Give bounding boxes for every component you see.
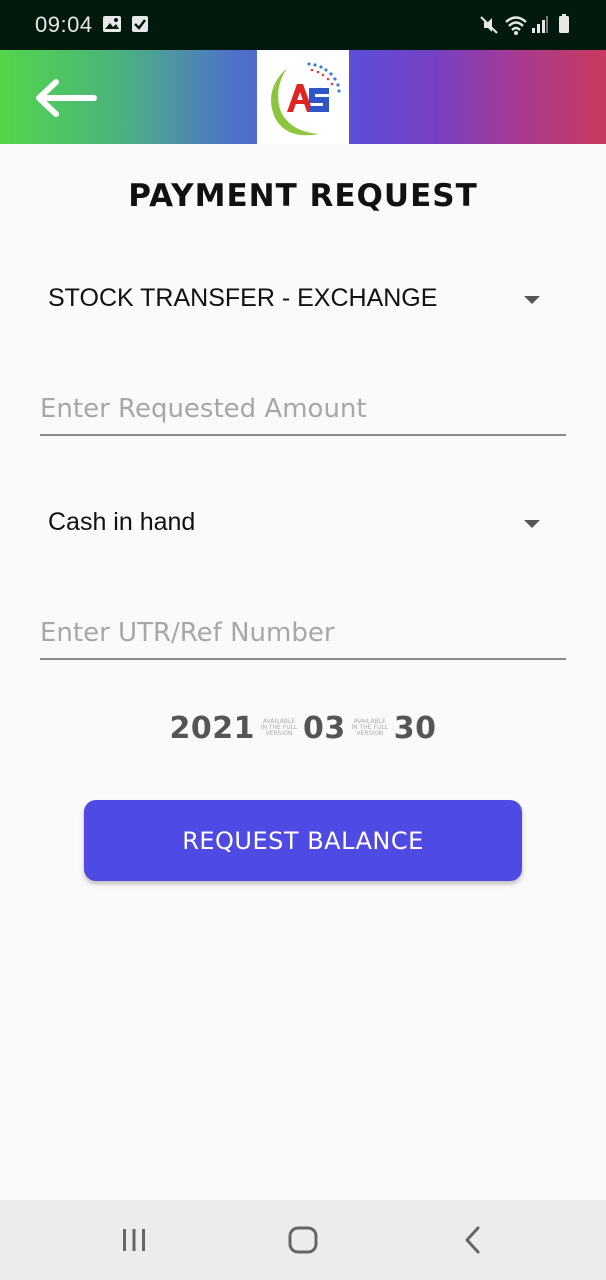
utr-input[interactable]: [40, 608, 566, 660]
payment-mode-value: Cash in hand: [48, 508, 196, 536]
caret-down-icon: [524, 296, 540, 304]
check-square-icon: [132, 16, 148, 32]
app-bar: [0, 50, 606, 144]
aes-logo: [271, 62, 341, 136]
mute-icon: [480, 16, 498, 34]
transfer-type-value: STOCK TRANSFER - EXCHANGE: [48, 284, 438, 312]
home-icon: [288, 1226, 318, 1254]
date-month: 03: [303, 710, 346, 746]
request-balance-button[interactable]: REQUEST BALANCE: [84, 800, 522, 881]
home-button[interactable]: [286, 1224, 320, 1261]
payment-mode-dropdown[interactable]: Cash in hand: [40, 494, 566, 554]
nav-back-button[interactable]: [460, 1224, 488, 1261]
back-icon: [465, 1226, 480, 1254]
battery-icon: [559, 14, 569, 33]
date-year: 2021: [169, 710, 255, 746]
app-logo: [257, 50, 349, 144]
recents-button[interactable]: [118, 1224, 150, 1261]
date-day: 30: [393, 710, 437, 746]
back-button[interactable]: [30, 76, 102, 120]
wifi-icon: [505, 16, 527, 35]
recents-icon: [123, 1229, 145, 1251]
date-separator: AVAILABLE IN THE FULL VERSION: [260, 718, 298, 737]
status-bar: 09:04: [0, 0, 606, 50]
transfer-type-dropdown[interactable]: STOCK TRANSFER - EXCHANGE: [40, 270, 566, 330]
navigation-bar: [0, 1200, 606, 1280]
page-title: PAYMENT REQUEST: [128, 178, 478, 214]
date-display[interactable]: 2021 AVAILABLE IN THE FULL VERSION 03 AV…: [0, 708, 606, 748]
amount-input[interactable]: [40, 384, 566, 436]
caret-down-icon: [524, 520, 540, 528]
status-time: 09:04: [35, 12, 93, 37]
date-separator: AVAILABLE IN THE FULL VERSION: [351, 718, 389, 737]
signal-icon: [532, 16, 548, 33]
gallery-icon: [103, 16, 121, 32]
arrow-left-icon: [36, 79, 97, 117]
